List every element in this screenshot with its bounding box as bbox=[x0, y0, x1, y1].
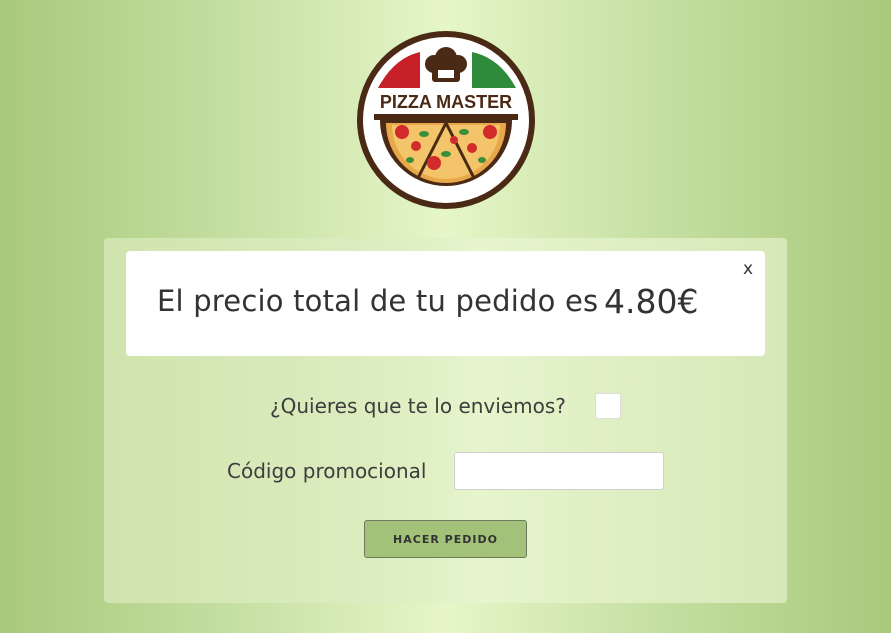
pizza-master-logo: PIZZA MASTER bbox=[354, 28, 538, 212]
place-order-button[interactable]: HACER PEDIDO bbox=[364, 520, 527, 558]
promo-code-label: Código promocional bbox=[227, 459, 427, 483]
logo-text: PIZZA MASTER bbox=[380, 92, 512, 112]
total-price: 4.80€ bbox=[604, 282, 699, 321]
close-alert-button[interactable]: x bbox=[743, 259, 753, 279]
shipping-checkbox[interactable] bbox=[595, 393, 621, 419]
price-message: El precio total de tu pedido es bbox=[157, 284, 599, 318]
price-alert: x El precio total de tu pedido es 4.80€ bbox=[126, 251, 765, 356]
shipping-label: ¿Quieres que te lo enviemos? bbox=[270, 394, 566, 418]
promo-code-input[interactable] bbox=[454, 452, 664, 490]
